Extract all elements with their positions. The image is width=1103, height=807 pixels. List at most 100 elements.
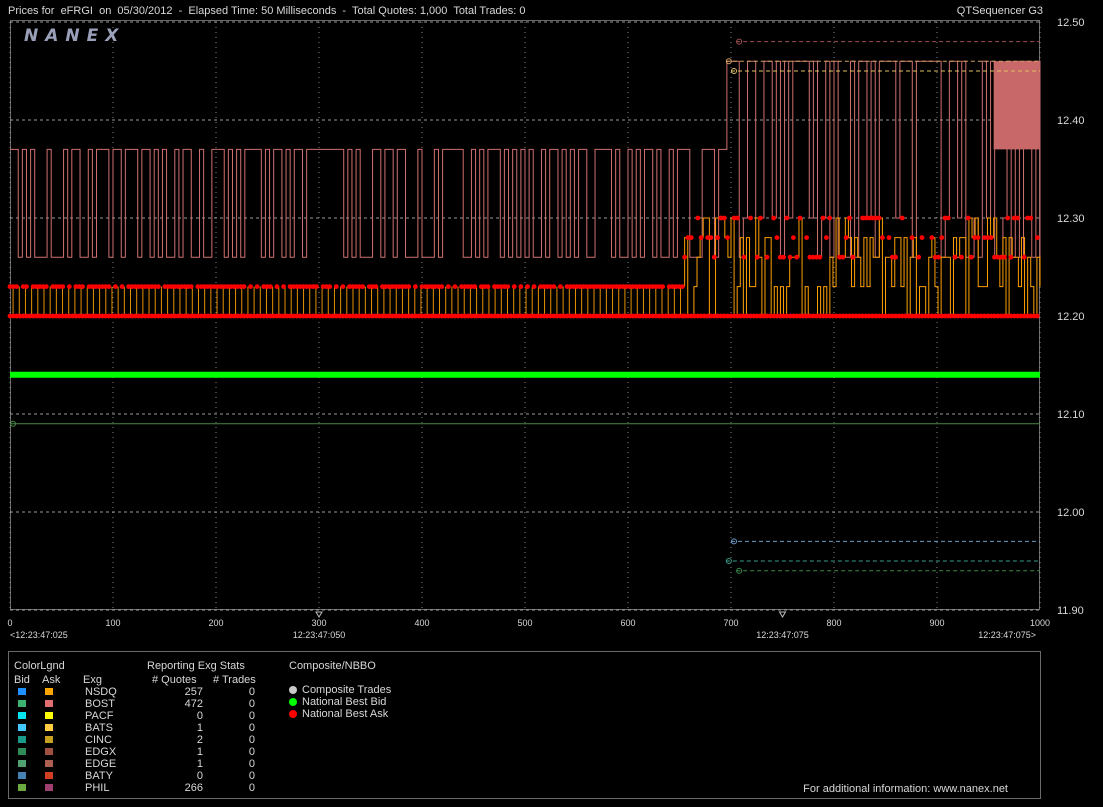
legend-header-quotes: # Quotes (152, 674, 197, 686)
composite-legend-label: National Best Bid (302, 696, 387, 708)
exchange-name: PHIL (85, 782, 110, 794)
nbo-point (1005, 215, 1011, 221)
ask-color-swatch (45, 712, 53, 719)
bid-color-swatch (18, 688, 26, 695)
nbo-point (267, 284, 273, 289)
quote-count: 2 (196, 734, 203, 746)
nbo-point (969, 254, 974, 260)
nbo-point (525, 284, 530, 289)
legend-row: BATS 1 0 (9, 722, 269, 734)
quote-count: 0 (196, 710, 203, 722)
nbo-point (505, 284, 511, 289)
nbo-point (113, 284, 118, 289)
nbo-point (439, 284, 445, 289)
nbo-point (771, 215, 777, 221)
nbo-point (485, 284, 491, 289)
x-tick-label: 500 (517, 618, 532, 628)
nbo-point (708, 235, 714, 241)
legend-dot-icon (289, 698, 297, 706)
nbo-point (939, 235, 945, 241)
bid-color-swatch (18, 784, 26, 791)
trade-count: 0 (248, 734, 255, 746)
exchange-name: BATY (85, 770, 113, 782)
nbo-point (781, 254, 786, 260)
bid-color-swatch (18, 700, 26, 707)
nbo-point (725, 235, 730, 241)
series-bost-ask-line (10, 60, 1041, 258)
quote-count: 266 (184, 782, 203, 794)
nbo-point (1034, 235, 1040, 241)
nbo-point (531, 284, 537, 289)
nbo-point (784, 215, 790, 221)
legend-row: BATY 0 0 (9, 770, 269, 782)
bid-color-swatch (18, 712, 26, 719)
nbo-point (827, 215, 833, 221)
bid-color-swatch (18, 736, 26, 743)
y-tick-label: 12.10 (1057, 409, 1085, 421)
series-nsdq-ask-early (12, 286, 682, 316)
nbo-point (551, 284, 557, 289)
nbo-point (820, 215, 826, 221)
nbo-point (787, 254, 793, 260)
legend-panel: ColorLgnd Reporting Exg Stats Composite/… (8, 651, 1041, 799)
trade-count: 0 (248, 746, 255, 758)
nbo-point (452, 284, 458, 289)
legend-row: BOST 472 0 (9, 698, 269, 710)
quote-count: 257 (184, 686, 203, 698)
nbo-point (254, 284, 260, 289)
y-tick-label: 12.00 (1057, 507, 1085, 519)
nbo-point (327, 284, 333, 289)
nbo-point (741, 254, 747, 260)
nbo-point (14, 284, 19, 289)
legend-row: PACF 0 0 (9, 710, 269, 722)
nbo-point (791, 235, 796, 241)
legend-header-composite: Composite/NBBO (289, 660, 376, 672)
nbo-point (188, 284, 194, 289)
exchange-name: NSDQ (85, 686, 117, 698)
nbo-point (843, 235, 849, 241)
nbo-point (880, 235, 885, 241)
nbo-point (919, 235, 925, 241)
nbo-point (794, 254, 800, 260)
x-tick-label: 0 (7, 618, 12, 628)
nbo-point (945, 215, 951, 221)
nbo-point (893, 254, 898, 260)
quote-count: 1 (196, 746, 203, 758)
exchange-name: PACF (85, 710, 114, 722)
series-nsdq-ask-line (684, 217, 1041, 317)
ask-color-swatch (45, 784, 53, 791)
nbo-point (847, 215, 852, 221)
nbo-point (988, 235, 994, 241)
nbo-point (952, 254, 958, 260)
axis-layer: 12.50 12.40 12.30 12.20 12.10 12.00 11.90 0 100 2… (7, 17, 1084, 640)
nbo-point (823, 235, 829, 241)
legend-header-exg: Exg (83, 674, 102, 686)
nbo-point (688, 235, 694, 241)
trade-count: 0 (248, 710, 255, 722)
nbo-point (916, 254, 922, 260)
nbo-point (66, 284, 72, 289)
x-tick-label: 200 (208, 618, 223, 628)
y-tick-label: 11.90 (1057, 605, 1084, 617)
nbo-point (333, 284, 339, 289)
nbo-point (373, 284, 379, 289)
nbo-point (936, 254, 941, 260)
nbo-point (248, 284, 254, 289)
nbo-point (850, 254, 856, 260)
nbo-point (679, 284, 685, 289)
series-layer (7, 38, 1041, 574)
nbo-point (406, 284, 412, 289)
trade-count: 0 (248, 770, 255, 782)
nbo-point (274, 284, 280, 289)
nbo-point (721, 215, 727, 221)
time-label: 12:23:47:075 (756, 630, 809, 640)
trade-count: 0 (248, 686, 255, 698)
quote-count: 0 (196, 770, 203, 782)
ask-color-swatch (45, 736, 53, 743)
bid-color-swatch (18, 760, 26, 767)
quote-count: 1 (196, 722, 203, 734)
price-chart: 12.50 12.40 12.30 12.20 12.10 12.00 11.90 0 100 2… (7, 17, 1084, 640)
nbo-point (511, 284, 517, 289)
legend-header-stats: Reporting Exg Stats (147, 660, 245, 672)
y-tick-label: 12.40 (1057, 115, 1085, 127)
